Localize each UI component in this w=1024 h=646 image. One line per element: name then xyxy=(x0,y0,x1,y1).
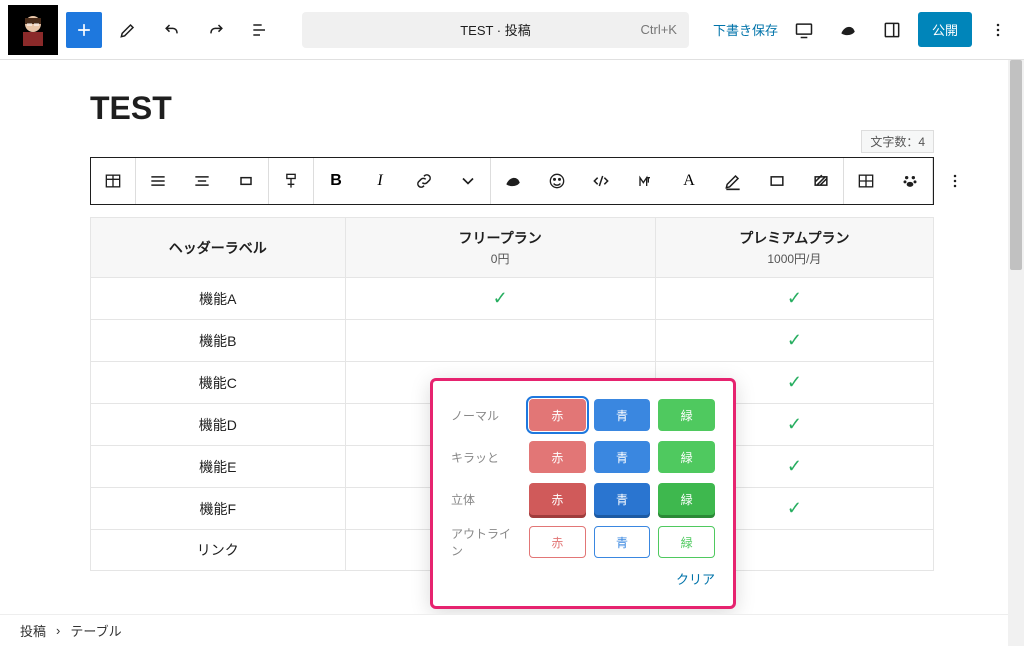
style-row-label: 立体 xyxy=(451,491,521,508)
table-row: 機能A✓✓ xyxy=(91,278,934,320)
header-free[interactable]: フリープラン0円 xyxy=(345,218,655,278)
align-center-icon[interactable] xyxy=(180,158,224,204)
column-settings-icon[interactable] xyxy=(269,158,313,204)
sidebar-toggle-button[interactable] xyxy=(874,12,910,48)
header-label[interactable]: ヘッダーラベル xyxy=(91,218,346,278)
button-style-popover: ノーマル 赤 青 緑 キラッと 赤 青 緑 立体 赤 青 緑 アウトライン 赤 … xyxy=(430,378,736,609)
border-button[interactable] xyxy=(755,158,799,204)
breadcrumb: 投稿 › テーブル xyxy=(0,614,1008,646)
style-shiny-green[interactable]: 緑 xyxy=(658,441,715,473)
clear-style-link[interactable]: クリア xyxy=(451,569,715,588)
document-title: TEST · 投稿 xyxy=(460,20,531,39)
style-row-label: キラッと xyxy=(451,449,521,466)
style-shiny-blue[interactable]: 青 xyxy=(594,441,651,473)
check-icon: ✓ xyxy=(787,414,802,434)
stripe-button[interactable] xyxy=(799,158,843,204)
style-outline-green[interactable]: 緑 xyxy=(658,526,715,558)
check-icon: ✓ xyxy=(787,498,802,518)
more-options-button[interactable] xyxy=(980,12,1016,48)
highlight-button[interactable] xyxy=(711,158,755,204)
bold-button[interactable]: B xyxy=(314,158,358,204)
user-avatar[interactable] xyxy=(8,5,58,55)
table-row: 機能B✓ xyxy=(91,320,934,362)
breadcrumb-table[interactable]: テーブル xyxy=(70,621,121,640)
style-normal-red[interactable]: 赤 xyxy=(529,399,586,431)
redo-button[interactable] xyxy=(198,12,234,48)
style-3d-blue[interactable]: 青 xyxy=(594,483,651,515)
header-premium[interactable]: プレミアムプラン1000円/月 xyxy=(655,218,933,278)
check-icon: ✓ xyxy=(493,288,508,308)
code-button[interactable] xyxy=(579,158,623,204)
paw-icon[interactable] xyxy=(888,158,932,204)
style-outline-blue[interactable]: 青 xyxy=(594,526,651,558)
add-block-button[interactable] xyxy=(66,12,102,48)
style-outline-red[interactable]: 赤 xyxy=(529,526,586,558)
check-icon: ✓ xyxy=(787,456,802,476)
breadcrumb-sep: › xyxy=(56,623,60,638)
style-normal-blue[interactable]: 青 xyxy=(594,399,651,431)
scrollbar-thumb[interactable] xyxy=(1010,60,1022,270)
preview-desktop-button[interactable] xyxy=(786,12,822,48)
italic-button[interactable]: I xyxy=(358,158,402,204)
shortcut-hint: Ctrl+K xyxy=(640,22,676,37)
check-icon: ✓ xyxy=(787,372,802,392)
jetpack-icon[interactable] xyxy=(830,12,866,48)
theme-icon[interactable] xyxy=(491,158,535,204)
style-3d-green[interactable]: 緑 xyxy=(658,483,715,515)
text-color-button[interactable]: A xyxy=(667,158,711,204)
publish-button[interactable]: 公開 xyxy=(918,12,972,47)
save-draft-button[interactable]: 下書き保存 xyxy=(713,20,778,39)
document-title-bar[interactable]: TEST · 投稿 Ctrl+K xyxy=(302,12,689,48)
post-title[interactable]: TEST xyxy=(90,90,934,127)
breadcrumb-post[interactable]: 投稿 xyxy=(20,621,46,640)
style-3d-red[interactable]: 赤 xyxy=(529,483,586,515)
character-count-badge: 文字数：4 xyxy=(861,130,934,153)
align-full-icon[interactable] xyxy=(136,158,180,204)
scrollbar[interactable] xyxy=(1008,60,1024,646)
undo-button[interactable] xyxy=(154,12,190,48)
style-normal-green[interactable]: 緑 xyxy=(658,399,715,431)
block-more-button[interactable] xyxy=(933,158,977,204)
edit-mode-button[interactable] xyxy=(110,12,146,48)
link-button[interactable] xyxy=(402,158,446,204)
style-row-label: アウトライン xyxy=(451,525,521,559)
style-shiny-red[interactable]: 赤 xyxy=(529,441,586,473)
style-row-label: ノーマル xyxy=(451,407,521,424)
check-icon: ✓ xyxy=(787,330,802,350)
check-icon: ✓ xyxy=(787,288,802,308)
emoji-button[interactable] xyxy=(535,158,579,204)
document-outline-button[interactable] xyxy=(242,12,278,48)
font-size-button[interactable] xyxy=(623,158,667,204)
block-toolbar: B I A xyxy=(90,157,934,205)
table-edit-button[interactable] xyxy=(844,158,888,204)
align-wide-icon[interactable] xyxy=(224,158,268,204)
more-formatting-button[interactable] xyxy=(446,158,490,204)
block-type-table-icon[interactable] xyxy=(91,158,135,204)
